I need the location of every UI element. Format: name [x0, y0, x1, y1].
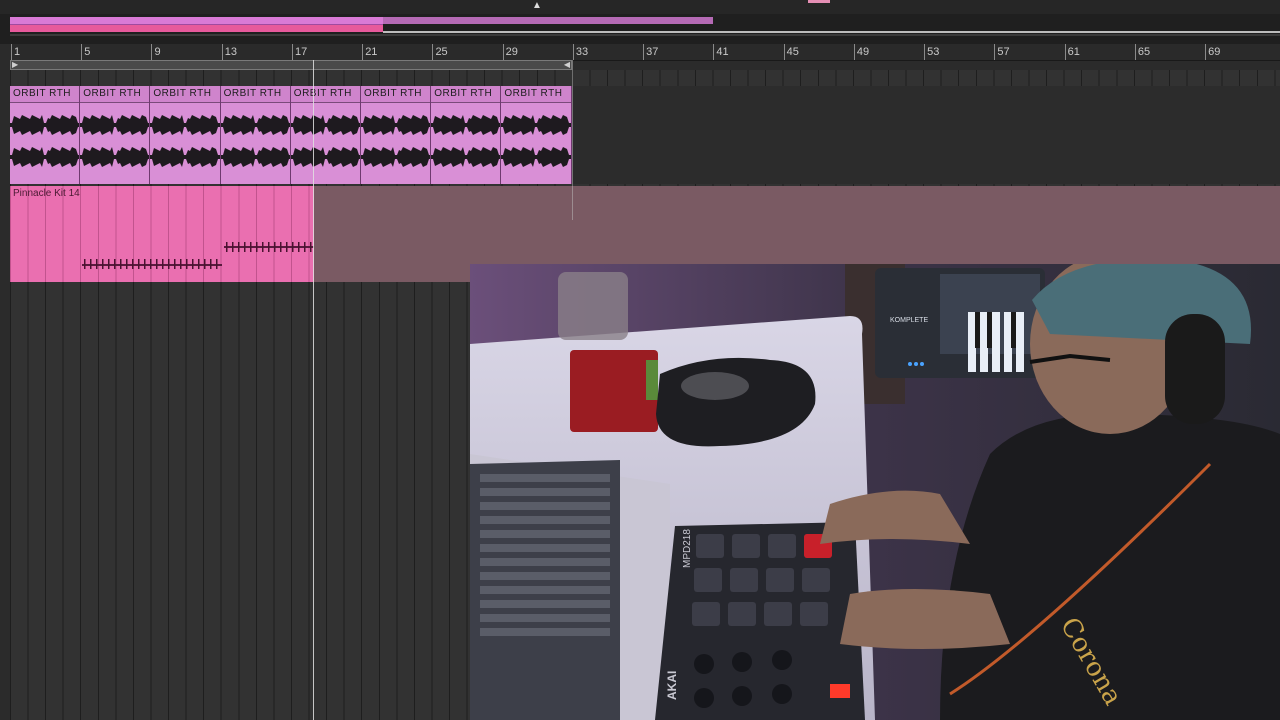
audio-clip-name: ORBIT RTH	[504, 88, 563, 99]
webcam-scene: KOMPLETE MPD218 AKAI Corona	[470, 264, 1280, 720]
ruler-tick	[432, 44, 434, 60]
overview-visible-range[interactable]	[383, 31, 1280, 33]
audio-clip-name: ORBIT RTH	[13, 88, 72, 99]
audio-waveform	[290, 115, 360, 135]
audio-waveform	[150, 115, 220, 135]
loop-end-line	[572, 60, 573, 220]
ruler-bar-label: 57	[997, 46, 1010, 58]
ruler-tick	[1064, 44, 1066, 60]
audio-clip[interactable]: ORBIT RTH	[150, 86, 221, 184]
ruler-bar-label: 49	[856, 46, 870, 58]
ruler-tick	[291, 44, 293, 60]
ruler-tick	[502, 44, 504, 60]
ruler-bar-label: 29	[505, 46, 518, 58]
audio-clip-name: ORBIT RTH	[223, 88, 282, 99]
overview-marker	[808, 0, 830, 3]
playhead[interactable]	[313, 60, 314, 720]
audio-clip-name: ORBIT RTH	[364, 88, 423, 99]
loop-end-icon[interactable]: ◀	[564, 61, 570, 69]
audio-clip[interactable]: ORBIT RTH	[361, 86, 432, 184]
ruler-tick	[362, 44, 364, 60]
ruler-bar-label: 9	[154, 46, 161, 58]
ruler-tick	[713, 44, 715, 60]
mouse-cursor-icon: ▲	[532, 0, 542, 11]
ruler-tick	[994, 44, 996, 60]
audio-clip[interactable]: ORBIT RTH	[290, 86, 361, 184]
ruler-tick	[151, 44, 153, 60]
audio-waveform	[361, 115, 431, 135]
ruler-bar-label: 69	[1208, 46, 1221, 58]
audio-waveform	[80, 147, 150, 167]
ruler-bar-label: 41	[716, 46, 729, 58]
overview-audio-clip-extension	[383, 17, 713, 24]
midi-clip[interactable]: Pinnacle Kit 14	[10, 186, 314, 282]
overview-divider	[10, 34, 1280, 36]
ruler-tick	[221, 44, 223, 60]
ruler-tick	[783, 44, 785, 60]
audio-clip[interactable]: ORBIT RTH	[501, 86, 572, 184]
audio-waveform	[220, 147, 290, 167]
overview-audio-clip	[10, 17, 383, 25]
audio-clip[interactable]: ORBIT RTH	[220, 86, 291, 184]
ruler-bar-label: 53	[927, 46, 940, 58]
audio-clip[interactable]: ORBIT RTH	[10, 86, 81, 184]
ruler-bar-label: 13	[224, 46, 237, 58]
audio-waveform	[361, 147, 431, 167]
audio-waveform	[431, 115, 501, 135]
webcam-overlay: KOMPLETE MPD218 AKAI Corona	[470, 264, 1280, 720]
ruler-bar-label: 33	[575, 46, 589, 58]
ruler-tick	[924, 44, 926, 60]
audio-clip-name: ORBIT RTH	[83, 88, 142, 99]
ruler-tick	[1205, 44, 1207, 60]
audio-waveform	[10, 147, 80, 167]
audio-waveform	[501, 147, 571, 167]
audio-waveform	[150, 147, 220, 167]
ruler-tick	[1134, 44, 1136, 60]
ruler-bar-label: 25	[435, 46, 448, 58]
device-label: MPD218	[682, 529, 693, 568]
ruler-bar-label: 5	[84, 46, 91, 58]
audio-clip-name: ORBIT RTH	[434, 88, 493, 99]
brand-label: AKAI	[665, 671, 679, 700]
audio-waveform	[220, 115, 290, 135]
keyboard-label: KOMPLETE	[890, 317, 928, 324]
audio-waveform	[290, 147, 360, 167]
arrangement-overview[interactable]: ▲	[0, 0, 1280, 44]
ruler-bar-label: 61	[1067, 46, 1080, 58]
ruler-bar-label: 17	[294, 46, 308, 58]
audio-waveform	[80, 115, 150, 135]
beat-time-ruler[interactable]: 1 5 9 13 17 21 25 29 33 37 41 45 49 53 57 61 65 69	[10, 44, 1280, 61]
ruler-tick	[643, 44, 645, 60]
audio-clip[interactable]: ORBIT RTH	[80, 86, 151, 184]
ruler-tick	[11, 44, 12, 60]
overview-midi-clip	[10, 25, 383, 32]
ruler-bar-label: 21	[365, 46, 378, 58]
audio-waveform	[10, 115, 80, 135]
midi-clip-name: Pinnacle Kit 14	[13, 188, 80, 199]
ruler-bar-label: 37	[646, 46, 659, 58]
loop-brace[interactable]: ▶ ◀	[10, 60, 572, 70]
ruler-bar-label: 45	[786, 46, 799, 58]
ruler-bar-label: 1	[14, 46, 21, 58]
loop-start-icon[interactable]: ▶	[12, 61, 18, 69]
ruler-tick	[572, 44, 574, 60]
ruler-tick	[853, 44, 855, 60]
audio-clip-name: ORBIT RTH	[153, 88, 212, 99]
audio-clip-name: ORBIT RTH	[293, 88, 352, 99]
audio-waveform	[501, 115, 571, 135]
ruler-tick	[81, 44, 83, 60]
audio-clip[interactable]: ORBIT RTH	[431, 86, 502, 184]
ruler-bar-label: 65	[1137, 46, 1151, 58]
audio-waveform	[431, 147, 501, 167]
overview-top-bar	[0, 0, 1280, 14]
midi-notes	[82, 242, 314, 269]
